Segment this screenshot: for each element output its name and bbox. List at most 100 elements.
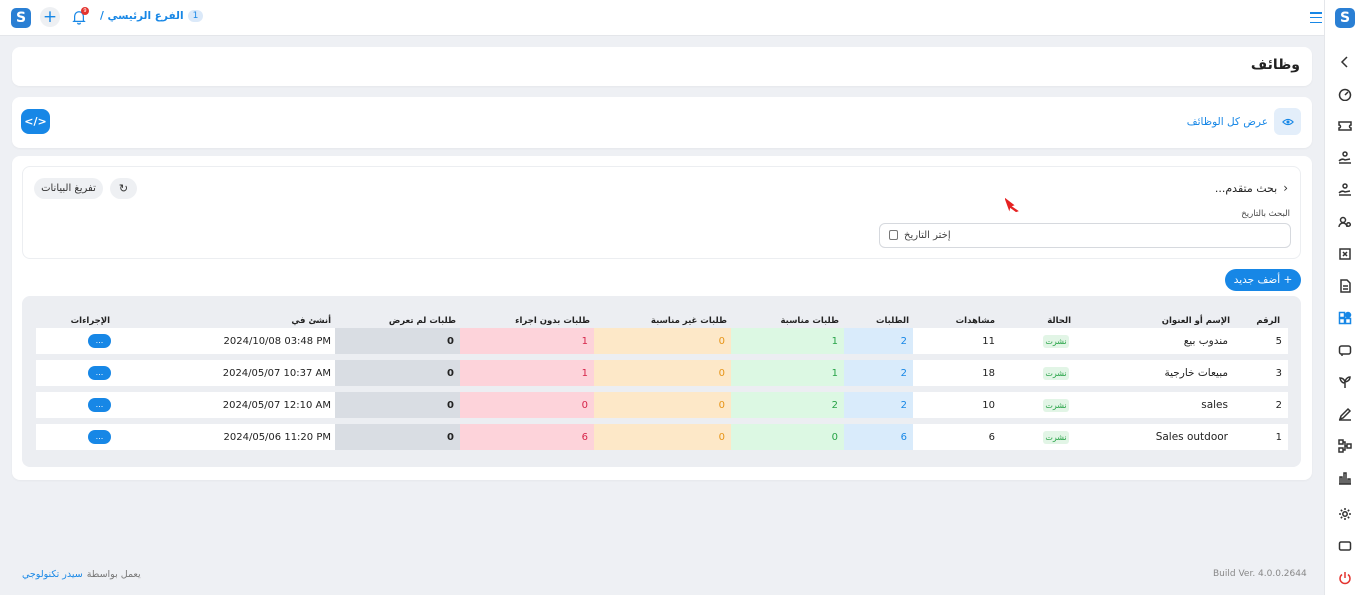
cell-name: مندوب بيع [1183,335,1228,347]
users-settings-icon[interactable] [1337,214,1353,230]
col-number-header: الرقم [1256,316,1280,326]
col-no-action-header: طلبات بدون اجراء [515,316,590,326]
cell-number: 5 [1275,335,1282,347]
app-logo-icon[interactable]: S [11,8,31,28]
cell-name: Sales outdoor [1155,431,1228,443]
cell-not-shown: 0 [335,392,460,418]
ticket-icon[interactable] [1337,118,1353,134]
cell-no-action: 1 [460,360,594,386]
pen-icon[interactable] [1337,406,1353,422]
cell-requests: 2 [844,360,913,386]
status-badge: نشرت [1043,399,1069,412]
status-badge: نشرت [1043,335,1069,348]
powered-by: يعمل بواسطة سيدر تكنولوجي [22,569,141,580]
more-actions-button[interactable]: ... [88,398,111,412]
cell-suitable: 2 [731,392,844,418]
card-icon[interactable] [1337,342,1353,358]
more-actions-button[interactable]: ... [88,430,111,444]
col-suitable-header: طلبات مناسبة [780,316,839,326]
date-search-label: البحث بالتاريخ [1241,209,1290,219]
cell-no-action: 1 [460,328,594,354]
cell-created: 2024/10/08 03:48 PM [223,335,331,347]
dashboard-gauge-icon[interactable] [1337,86,1353,102]
cell-not-shown: 0 [335,360,460,386]
status-badge: نشرت [1043,367,1069,380]
company-link[interactable]: سيدر تكنولوجي [22,569,83,580]
plant-icon[interactable] [1337,374,1353,390]
view-all-jobs-link[interactable]: عرض كل الوظائف [1187,108,1301,135]
chevron-left-icon: ‹ [1283,181,1288,195]
cell-requests: 2 [844,392,913,418]
col-actions-header: الإجراءات [70,316,110,326]
cell-number: 2 [1275,399,1282,411]
col-name-header: الإسم أو العنوان [1161,316,1230,326]
refresh-icon[interactable]: ↻ [110,178,137,199]
cell-views: 18 [982,367,995,379]
cell-number: 3 [1275,367,1282,379]
cell-unsuitable: 0 [594,392,731,418]
collapse-chevron-icon[interactable] [1337,54,1353,70]
window-icon[interactable] [1337,538,1353,554]
cell-name: مبيعات خارجية [1164,367,1229,379]
view-all-jobs-label: عرض كل الوظائف [1186,115,1268,128]
hand-coin-icon[interactable] [1337,150,1353,166]
col-views-header: مشاهدات [955,316,995,326]
eye-icon [1274,108,1301,135]
page-title: وظائف [1250,57,1300,73]
workflow-icon[interactable] [1337,438,1353,454]
col-unsuitable-header: طلبات غير مناسبة [650,316,727,326]
sidebar-logo-icon[interactable]: S [1335,8,1355,28]
notification-badge: 9 [81,7,89,15]
hand-money-icon[interactable] [1337,182,1353,198]
cell-not-shown: 0 [335,424,460,450]
advanced-search-toggle[interactable]: ‹ بحث متقدم... [1215,181,1288,195]
cell-name: sales [1201,399,1228,411]
menu-toggle-icon[interactable] [1310,12,1322,23]
cell-suitable: 1 [731,328,844,354]
more-actions-button[interactable]: ... [88,366,111,380]
breadcrumb[interactable]: 1 الفرع الرئيسي / [100,10,204,22]
cell-not-shown: 0 [335,328,460,354]
add-new-button[interactable]: + أضف جديد [1225,269,1301,291]
advanced-search-panel: تفريغ البيانات ↻ ‹ بحث متقدم... البحث با… [22,166,1301,259]
notification-bell-icon[interactable]: 9 [72,7,89,27]
jobs-grid-icon[interactable] [1337,310,1353,326]
cell-unsuitable: 0 [594,328,731,354]
settings-gear-icon[interactable] [1337,506,1353,522]
cell-created: 2024/05/07 10:37 AM [222,367,331,379]
document-icon[interactable] [1337,278,1353,294]
embed-code-button[interactable]: </> [21,109,50,134]
calendar-icon [889,230,898,240]
cell-created: 2024/05/06 11:20 PM [223,431,331,443]
col-not-shown-header: طلبات لم تعرض [388,316,456,326]
advanced-search-label: بحث متقدم... [1214,181,1278,195]
cell-suitable: 0 [731,424,844,450]
status-badge: نشرت [1043,431,1069,444]
cell-views: 10 [982,399,995,411]
cell-no-action: 6 [460,424,594,450]
add-icon[interactable]: + [40,7,60,27]
box-x-icon[interactable] [1337,246,1353,262]
powered-by-label: يعمل بواسطة [86,569,141,580]
clear-data-button[interactable]: تفريغ البيانات [34,178,103,199]
cell-created: 2024/05/07 12:10 AM [222,399,331,411]
cell-no-action: 0 [460,392,594,418]
branch-number-badge: 1 [187,10,204,22]
breadcrumb-branch: الفرع الرئيسي / [100,10,184,22]
cell-unsuitable: 0 [594,424,731,450]
page-title-card: وظائف [12,47,1312,86]
cell-requests: 6 [844,424,913,450]
build-version: Build Ver. 4.0.0.2644 [1213,569,1307,579]
more-actions-button[interactable]: ... [88,334,111,348]
cell-suitable: 1 [731,360,844,386]
cell-requests: 2 [844,328,913,354]
bar-chart-icon[interactable] [1337,470,1353,486]
date-picker-input[interactable]: إختر التاريخ [879,223,1291,248]
power-icon[interactable] [1337,570,1353,586]
cell-views: 11 [982,335,995,347]
col-requests-header: الطلبات [875,316,909,326]
cell-views: 6 [988,431,995,443]
cell-number: 1 [1275,431,1282,443]
col-status-header: الحالة [1047,316,1071,326]
view-bar-card: </> عرض كل الوظائف [12,97,1312,148]
